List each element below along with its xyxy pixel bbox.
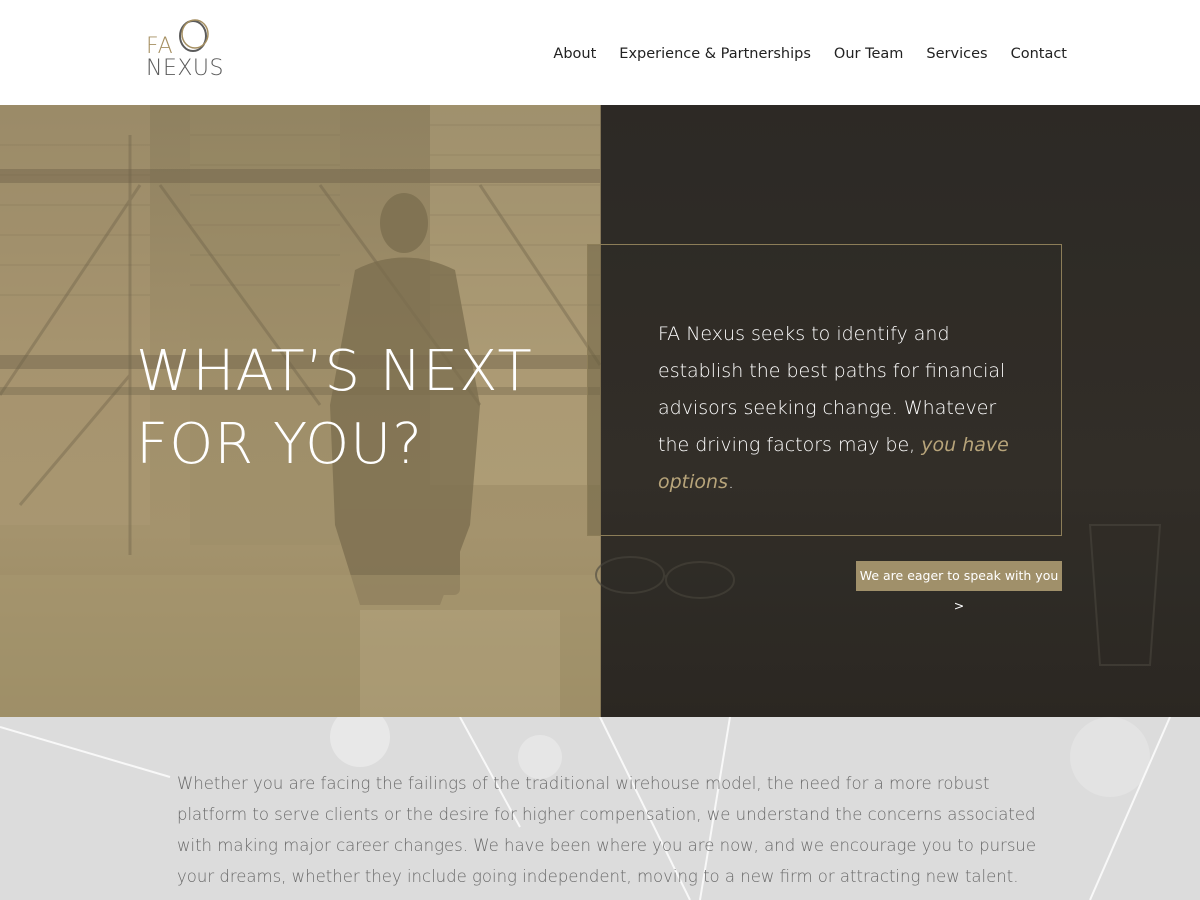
fa-nexus-logo[interactable]: FA NEXUS [146,16,236,82]
nav-about[interactable]: About [553,46,596,62]
main-nav: About Experience & Partnerships Our Team… [553,46,1067,62]
logo-nexus-text: NEXUS [146,56,224,81]
intro-body-text: Whether you are facing the failings of t… [177,774,1037,900]
intro-paragraph: FA Nexus seeks to identify and establish… [658,316,1028,501]
hero-headline-line1: WHAT’S NEXT [136,339,533,404]
site-header: FA NEXUS About Experience & Partnerships… [0,0,1200,105]
hero-section: WHAT’S NEXT FOR YOU? FA Nexus seeks to i… [0,105,1200,717]
intro-section: Whether you are facing the failings of t… [0,717,1200,900]
nav-contact[interactable]: Contact [1011,46,1067,62]
nav-experience-partnerships[interactable]: Experience & Partnerships [619,46,811,62]
contact-cta-button[interactable]: We are eager to speak with you > [856,561,1062,613]
hero-headline-line2: FOR YOU? [136,412,423,477]
nav-our-team[interactable]: Our Team [834,46,904,62]
logo-ring-icon [179,19,209,52]
hero-headline: WHAT’S NEXT FOR YOU? [136,335,533,481]
intro-end: . [727,471,735,493]
nav-services[interactable]: Services [926,46,987,62]
